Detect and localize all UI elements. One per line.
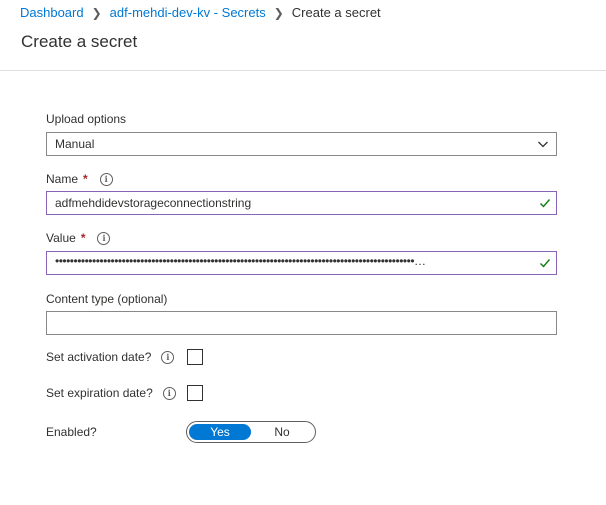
checkmark-icon <box>540 199 551 208</box>
upload-options-label: Upload options <box>46 112 127 126</box>
page-title: Create a secret <box>21 32 138 51</box>
enabled-no-option[interactable]: No <box>251 424 313 440</box>
name-input[interactable]: adfmehdidevstorageconnectionstring <box>46 191 557 215</box>
breadcrumb-secrets[interactable]: adf-mehdi-dev-kv - Secrets <box>110 5 266 20</box>
content-type-input[interactable] <box>46 311 557 335</box>
name-value: adfmehdidevstorageconnectionstring <box>55 196 252 210</box>
value-input[interactable]: ••••••••••••••••••••••••••••••••••••••••… <box>46 251 557 275</box>
info-icon[interactable]: i <box>99 172 113 186</box>
breadcrumb-current: Create a secret <box>291 5 381 20</box>
name-label: Name * i <box>46 172 113 186</box>
upload-options-dropdown[interactable]: Manual <box>46 132 557 156</box>
value-label: Value * i <box>46 231 111 245</box>
checkmark-icon <box>540 259 551 268</box>
enabled-label: Enabled? <box>46 425 97 439</box>
title-divider <box>0 70 606 71</box>
upload-options-value: Manual <box>55 137 95 151</box>
expiration-date-checkbox[interactable] <box>187 385 203 401</box>
breadcrumb-dashboard[interactable]: Dashboard <box>20 5 84 20</box>
chevron-right-icon: ❯ <box>273 5 284 20</box>
enabled-yes-option[interactable]: Yes <box>189 424 251 440</box>
enabled-toggle[interactable]: Yes No <box>186 421 316 443</box>
activation-date-label: Set activation date? i <box>46 350 175 364</box>
chevron-right-icon: ❯ <box>91 5 102 20</box>
info-icon[interactable]: i <box>162 386 176 400</box>
required-mark: * <box>83 172 88 186</box>
value-masked: ••••••••••••••••••••••••••••••••••••••••… <box>55 254 426 268</box>
info-icon[interactable]: i <box>97 231 111 245</box>
expiration-date-label: Set expiration date? i <box>46 386 176 400</box>
activation-date-checkbox[interactable] <box>187 349 203 365</box>
breadcrumb: Dashboard ❯ adf-mehdi-dev-kv - Secrets ❯… <box>20 5 381 20</box>
chevron-down-icon <box>538 141 548 148</box>
content-type-label: Content type (optional) <box>46 292 168 306</box>
required-mark: * <box>80 231 86 245</box>
info-icon[interactable]: i <box>161 350 175 364</box>
